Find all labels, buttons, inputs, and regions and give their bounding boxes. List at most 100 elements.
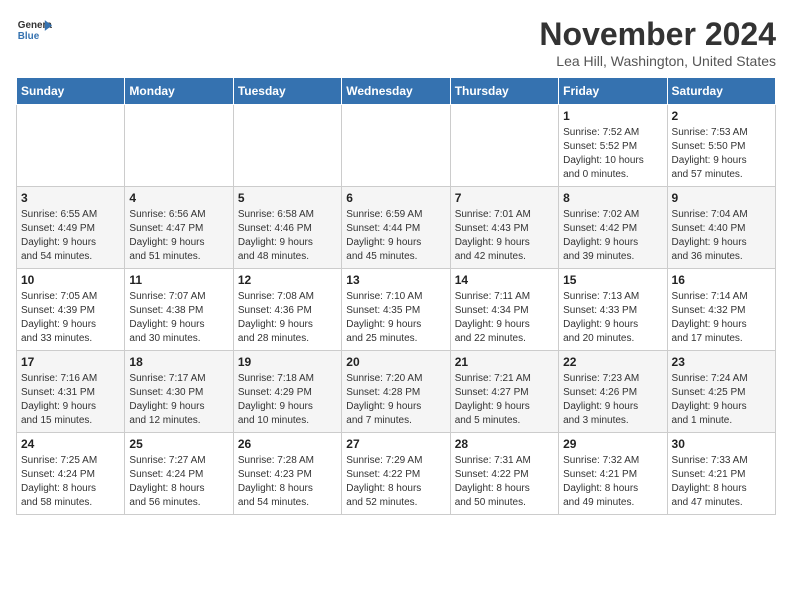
day-info: Sunrise: 7:14 AM Sunset: 4:32 PM Dayligh…: [672, 290, 771, 346]
calendar-cell: 16 Sunrise: 7:14 AM Sunset: 4:32 PM Dayli…: [667, 269, 775, 351]
logo-icon: General Blue: [16, 16, 52, 44]
weekday-header: Friday: [559, 78, 667, 105]
day-info: Sunrise: 7:20 AM Sunset: 4:28 PM Dayligh…: [346, 372, 445, 428]
calendar-cell: 20 Sunrise: 7:20 AM Sunset: 4:28 PM Dayli…: [342, 351, 450, 433]
calendar-cell: 21 Sunrise: 7:21 AM Sunset: 4:27 PM Dayli…: [450, 351, 558, 433]
calendar-cell: 4 Sunrise: 6:56 AM Sunset: 4:47 PM Daylig…: [125, 187, 233, 269]
calendar-cell: 27 Sunrise: 7:29 AM Sunset: 4:22 PM Dayli…: [342, 433, 450, 515]
calendar-cell: 9 Sunrise: 7:04 AM Sunset: 4:40 PM Daylig…: [667, 187, 775, 269]
calendar-cell: 3 Sunrise: 6:55 AM Sunset: 4:49 PM Daylig…: [17, 187, 125, 269]
calendar-table: SundayMondayTuesdayWednesdayThursdayFrid…: [16, 77, 776, 515]
calendar-cell: 26 Sunrise: 7:28 AM Sunset: 4:23 PM Dayli…: [233, 433, 341, 515]
day-number: 15: [563, 273, 662, 287]
calendar-week-row: 24Sunrise: 7:25 AM Sunset: 4:24 PM Dayli…: [17, 433, 776, 515]
day-info: Sunrise: 7:52 AM Sunset: 5:52 PM Dayligh…: [563, 126, 662, 182]
calendar-cell: [125, 105, 233, 187]
day-number: 4: [129, 191, 228, 205]
calendar-cell: 2Sunrise: 7:53 AM Sunset: 5:50 PM Daylig…: [667, 105, 775, 187]
calendar-cell: 6Sunrise: 6:59 AM Sunset: 4:44 PM Daylig…: [342, 187, 450, 269]
day-info: Sunrise: 7:53 AM Sunset: 5:50 PM Dayligh…: [672, 126, 771, 182]
day-info: Sunrise: 7:18 AM Sunset: 4:29 PM Dayligh…: [238, 372, 337, 428]
day-number: 27: [346, 437, 445, 451]
day-info: Sunrise: 7:31 AM Sunset: 4:22 PM Dayligh…: [455, 454, 554, 510]
day-number: 13: [346, 273, 445, 287]
day-info: Sunrise: 7:08 AM Sunset: 4:36 PM Dayligh…: [238, 290, 337, 346]
day-number: 17: [21, 355, 120, 369]
calendar-header: SundayMondayTuesdayWednesdayThursdayFrid…: [17, 78, 776, 105]
title-block: November 2024 Lea Hill, Washington, Unit…: [539, 16, 776, 69]
day-number: 21: [455, 355, 554, 369]
weekday-header: Monday: [125, 78, 233, 105]
calendar-cell: 8 Sunrise: 7:02 AM Sunset: 4:42 PM Daylig…: [559, 187, 667, 269]
weekday-header: Tuesday: [233, 78, 341, 105]
day-number: 18: [129, 355, 228, 369]
calendar-cell: 13 Sunrise: 7:10 AM Sunset: 4:35 PM Dayli…: [342, 269, 450, 351]
day-number: 3: [21, 191, 120, 205]
day-number: 26: [238, 437, 337, 451]
calendar-cell: 19 Sunrise: 7:18 AM Sunset: 4:29 PM Dayli…: [233, 351, 341, 433]
day-info: Sunrise: 7:28 AM Sunset: 4:23 PM Dayligh…: [238, 454, 337, 510]
day-info: Sunrise: 7:23 AM Sunset: 4:26 PM Dayligh…: [563, 372, 662, 428]
calendar-cell: 14Sunrise: 7:11 AM Sunset: 4:34 PM Dayli…: [450, 269, 558, 351]
day-number: 12: [238, 273, 337, 287]
calendar-cell: 10 Sunrise: 7:05 AM Sunset: 4:39 PM Dayli…: [17, 269, 125, 351]
day-number: 19: [238, 355, 337, 369]
calendar-cell: 12 Sunrise: 7:08 AM Sunset: 4:36 PM Dayli…: [233, 269, 341, 351]
day-info: Sunrise: 6:55 AM Sunset: 4:49 PM Dayligh…: [21, 208, 120, 264]
day-info: Sunrise: 7:27 AM Sunset: 4:24 PM Dayligh…: [129, 454, 228, 510]
day-info: Sunrise: 7:21 AM Sunset: 4:27 PM Dayligh…: [455, 372, 554, 428]
calendar-cell: 11 Sunrise: 7:07 AM Sunset: 4:38 PM Dayli…: [125, 269, 233, 351]
month-title: November 2024: [539, 16, 776, 53]
day-number: 29: [563, 437, 662, 451]
day-number: 10: [21, 273, 120, 287]
calendar-cell: 25 Sunrise: 7:27 AM Sunset: 4:24 PM Dayli…: [125, 433, 233, 515]
day-number: 8: [563, 191, 662, 205]
day-info: Sunrise: 7:01 AM Sunset: 4:43 PM Dayligh…: [455, 208, 554, 264]
day-info: Sunrise: 7:10 AM Sunset: 4:35 PM Dayligh…: [346, 290, 445, 346]
weekday-row: SundayMondayTuesdayWednesdayThursdayFrid…: [17, 78, 776, 105]
day-number: 28: [455, 437, 554, 451]
day-number: 25: [129, 437, 228, 451]
day-info: Sunrise: 7:29 AM Sunset: 4:22 PM Dayligh…: [346, 454, 445, 510]
day-number: 22: [563, 355, 662, 369]
day-number: 16: [672, 273, 771, 287]
day-info: Sunrise: 7:11 AM Sunset: 4:34 PM Dayligh…: [455, 290, 554, 346]
calendar-cell: 30 Sunrise: 7:33 AM Sunset: 4:21 PM Dayli…: [667, 433, 775, 515]
day-number: 30: [672, 437, 771, 451]
day-info: Sunrise: 7:02 AM Sunset: 4:42 PM Dayligh…: [563, 208, 662, 264]
day-info: Sunrise: 7:07 AM Sunset: 4:38 PM Dayligh…: [129, 290, 228, 346]
calendar-cell: [342, 105, 450, 187]
day-number: 5: [238, 191, 337, 205]
calendar-cell: 5 Sunrise: 6:58 AM Sunset: 4:46 PM Daylig…: [233, 187, 341, 269]
day-info: Sunrise: 6:56 AM Sunset: 4:47 PM Dayligh…: [129, 208, 228, 264]
calendar-cell: 23 Sunrise: 7:24 AM Sunset: 4:25 PM Dayli…: [667, 351, 775, 433]
page-header: General Blue November 2024 Lea Hill, Was…: [16, 16, 776, 69]
calendar-cell: 7Sunrise: 7:01 AM Sunset: 4:43 PM Daylig…: [450, 187, 558, 269]
weekday-header: Wednesday: [342, 78, 450, 105]
calendar-cell: 22 Sunrise: 7:23 AM Sunset: 4:26 PM Dayli…: [559, 351, 667, 433]
weekday-header: Saturday: [667, 78, 775, 105]
day-info: Sunrise: 6:58 AM Sunset: 4:46 PM Dayligh…: [238, 208, 337, 264]
calendar-cell: [450, 105, 558, 187]
day-info: Sunrise: 7:13 AM Sunset: 4:33 PM Dayligh…: [563, 290, 662, 346]
calendar-week-row: 3 Sunrise: 6:55 AM Sunset: 4:49 PM Daylig…: [17, 187, 776, 269]
day-info: Sunrise: 7:33 AM Sunset: 4:21 PM Dayligh…: [672, 454, 771, 510]
day-number: 9: [672, 191, 771, 205]
calendar-cell: 18Sunrise: 7:17 AM Sunset: 4:30 PM Dayli…: [125, 351, 233, 433]
calendar-cell: 28 Sunrise: 7:31 AM Sunset: 4:22 PM Dayli…: [450, 433, 558, 515]
svg-text:Blue: Blue: [18, 31, 40, 42]
weekday-header: Sunday: [17, 78, 125, 105]
calendar-cell: 1 Sunrise: 7:52 AM Sunset: 5:52 PM Daylig…: [559, 105, 667, 187]
calendar-cell: 29 Sunrise: 7:32 AM Sunset: 4:21 PM Dayli…: [559, 433, 667, 515]
day-info: Sunrise: 7:24 AM Sunset: 4:25 PM Dayligh…: [672, 372, 771, 428]
day-number: 11: [129, 273, 228, 287]
day-number: 20: [346, 355, 445, 369]
day-number: 1: [563, 109, 662, 123]
day-info: Sunrise: 7:05 AM Sunset: 4:39 PM Dayligh…: [21, 290, 120, 346]
day-number: 23: [672, 355, 771, 369]
calendar-week-row: 10 Sunrise: 7:05 AM Sunset: 4:39 PM Dayli…: [17, 269, 776, 351]
day-info: Sunrise: 7:32 AM Sunset: 4:21 PM Dayligh…: [563, 454, 662, 510]
day-info: Sunrise: 7:04 AM Sunset: 4:40 PM Dayligh…: [672, 208, 771, 264]
calendar-cell: [17, 105, 125, 187]
calendar-cell: 24Sunrise: 7:25 AM Sunset: 4:24 PM Dayli…: [17, 433, 125, 515]
